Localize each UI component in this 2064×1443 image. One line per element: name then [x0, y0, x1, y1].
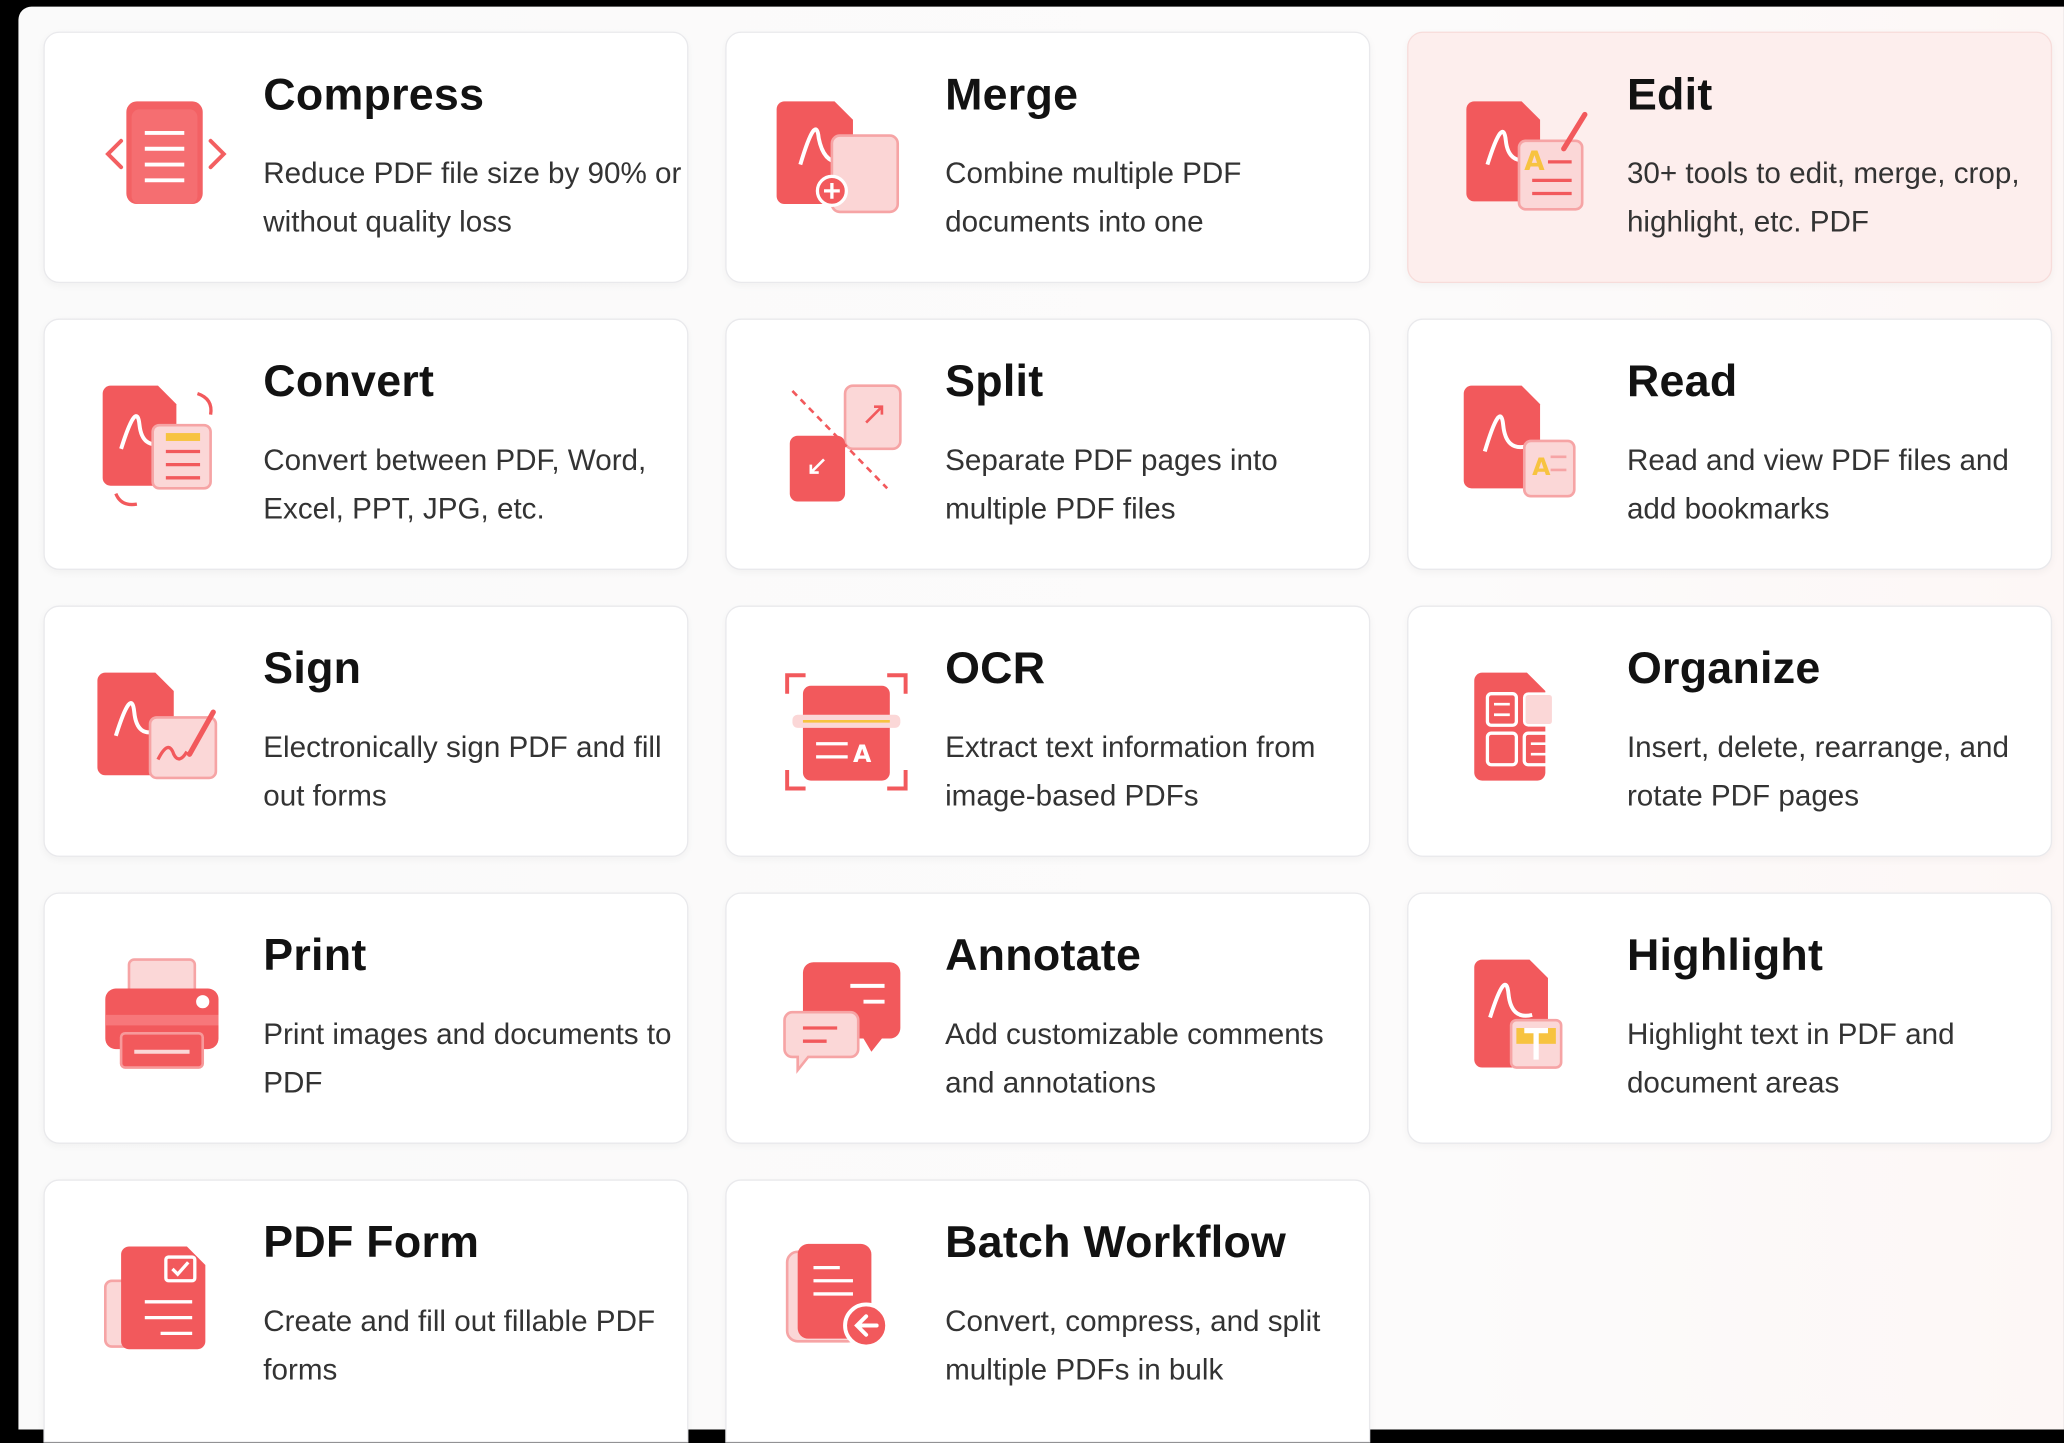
svg-text:A: A [853, 740, 872, 768]
tool-card-organize[interactable]: Organize Insert, delete, rearrange, and … [1407, 605, 2053, 857]
tool-title: Edit [1626, 69, 1713, 120]
tool-card-print[interactable]: Print Print images and documents to PDF [43, 892, 689, 1144]
tool-description: Convert between PDF, Word, Excel, PPT, J… [263, 443, 647, 526]
tool-title: Annotate [945, 930, 1142, 981]
tool-card-batch-workflow[interactable]: Batch Workflow Convert, compress, and sp… [725, 1179, 1371, 1443]
tool-description: Highlight text in PDF and document areas [1626, 1017, 1955, 1100]
tool-title: Read [1626, 356, 1738, 407]
tool-card-sign[interactable]: Sign Electronically sign PDF and fill ou… [43, 605, 689, 857]
svg-text:A: A [1532, 453, 1551, 481]
tool-description: 30+ tools to edit, merge, crop, highligh… [1626, 156, 2020, 239]
annotate-icon [774, 946, 919, 1091]
tool-title: Sign [263, 643, 362, 694]
svg-text:A: A [1524, 147, 1545, 177]
tool-description: Reduce PDF file size by 90% or without q… [263, 156, 682, 239]
edit-icon: A [1456, 86, 1601, 231]
tool-title: OCR [945, 643, 1046, 694]
tool-card-annotate[interactable]: Annotate Add customizable comments and a… [725, 892, 1371, 1144]
tool-card-compress[interactable]: Compress Reduce PDF file size by 90% or … [43, 31, 689, 284]
split-icon [774, 373, 919, 518]
tool-card-convert[interactable]: Convert Convert between PDF, Word, Excel… [43, 318, 689, 570]
tool-description: Insert, delete, rearrange, and rotate PD… [1626, 730, 2009, 813]
pdf-form-icon [92, 1233, 237, 1378]
compress-icon [92, 86, 237, 231]
tool-card-edit[interactable]: A Edit 30+ tools to edit, merge, crop, h… [1407, 31, 2053, 284]
batch-workflow-icon [774, 1233, 919, 1378]
read-icon: A [1456, 373, 1601, 518]
tool-card-merge[interactable]: Merge Combine multiple PDF documents int… [725, 31, 1371, 284]
highlight-icon [1456, 946, 1601, 1091]
organize-icon [1456, 659, 1601, 804]
tool-description: Combine multiple PDF documents into one [945, 156, 1242, 239]
tool-description: Separate PDF pages into multiple PDF fil… [945, 443, 1278, 526]
tool-title: Split [945, 356, 1044, 407]
tool-title: Convert [263, 356, 435, 407]
convert-icon [92, 373, 237, 518]
tool-title: Compress [263, 69, 485, 120]
tool-description: Electronically sign PDF and fill out for… [263, 730, 662, 813]
tool-description: Read and view PDF files and add bookmark… [1626, 443, 2009, 526]
tool-description: Create and fill out fillable PDF forms [263, 1304, 656, 1387]
tool-description: Convert, compress, and split multiple PD… [945, 1304, 1321, 1387]
tool-title: Print [263, 930, 367, 981]
tool-card-ocr[interactable]: A OCR Extract text information from imag… [725, 605, 1371, 857]
tool-title: Merge [945, 69, 1079, 120]
ocr-icon: A [774, 659, 919, 804]
print-icon [92, 946, 237, 1091]
tool-card-read[interactable]: A Read Read and view PDF files and add b… [1407, 318, 2053, 570]
tool-card-highlight[interactable]: Highlight Highlight text in PDF and docu… [1407, 892, 2053, 1144]
tool-card-pdf-form[interactable]: PDF Form Create and fill out fillable PD… [43, 1179, 689, 1443]
tool-title: Batch Workflow [945, 1217, 1287, 1268]
tool-description: Add customizable comments and annotation… [945, 1017, 1324, 1100]
tool-title: PDF Form [263, 1217, 480, 1268]
tool-card-split[interactable]: Split Separate PDF pages into multiple P… [725, 318, 1371, 570]
tool-description: Extract text information from image-base… [945, 730, 1316, 813]
tool-description: Print images and documents to PDF [263, 1017, 672, 1100]
tool-title: Organize [1626, 643, 1821, 694]
merge-icon [774, 86, 919, 231]
sign-icon [92, 659, 237, 804]
tool-title: Highlight [1626, 930, 1824, 981]
